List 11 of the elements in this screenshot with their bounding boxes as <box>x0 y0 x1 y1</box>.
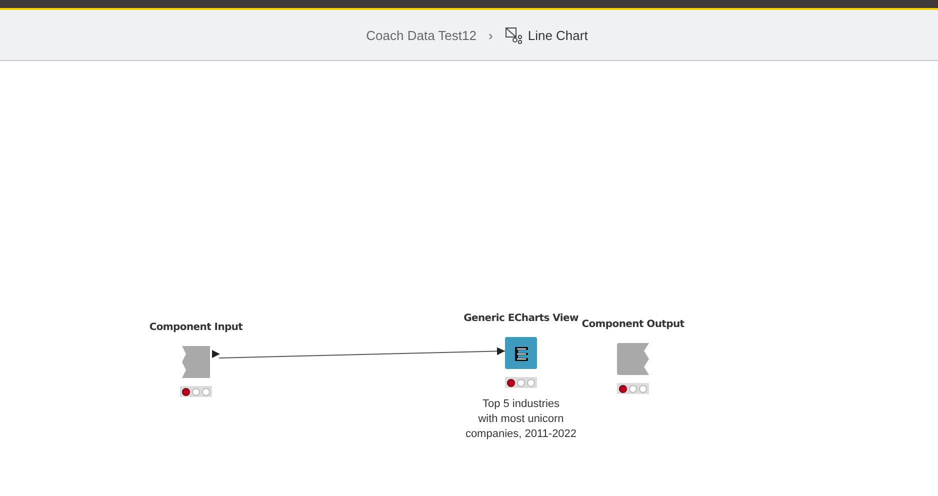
chevron-separator: › <box>488 28 493 42</box>
breadcrumb-link[interactable]: Coach Data Test12 <box>366 28 476 42</box>
breadcrumb-current: Line Chart <box>528 28 588 42</box>
node-title: Component Input <box>149 321 243 335</box>
view-node-icon[interactable] <box>505 337 537 369</box>
component-input-icon[interactable] <box>180 346 212 378</box>
node-title: Component Output <box>582 318 684 332</box>
node-title: Generic ECharts View <box>464 312 578 326</box>
node-description: Top 5 industries with most unicorn companies, 2011-2022 <box>465 397 577 442</box>
component-icon <box>504 26 522 44</box>
component-output-icon[interactable] <box>617 343 649 375</box>
